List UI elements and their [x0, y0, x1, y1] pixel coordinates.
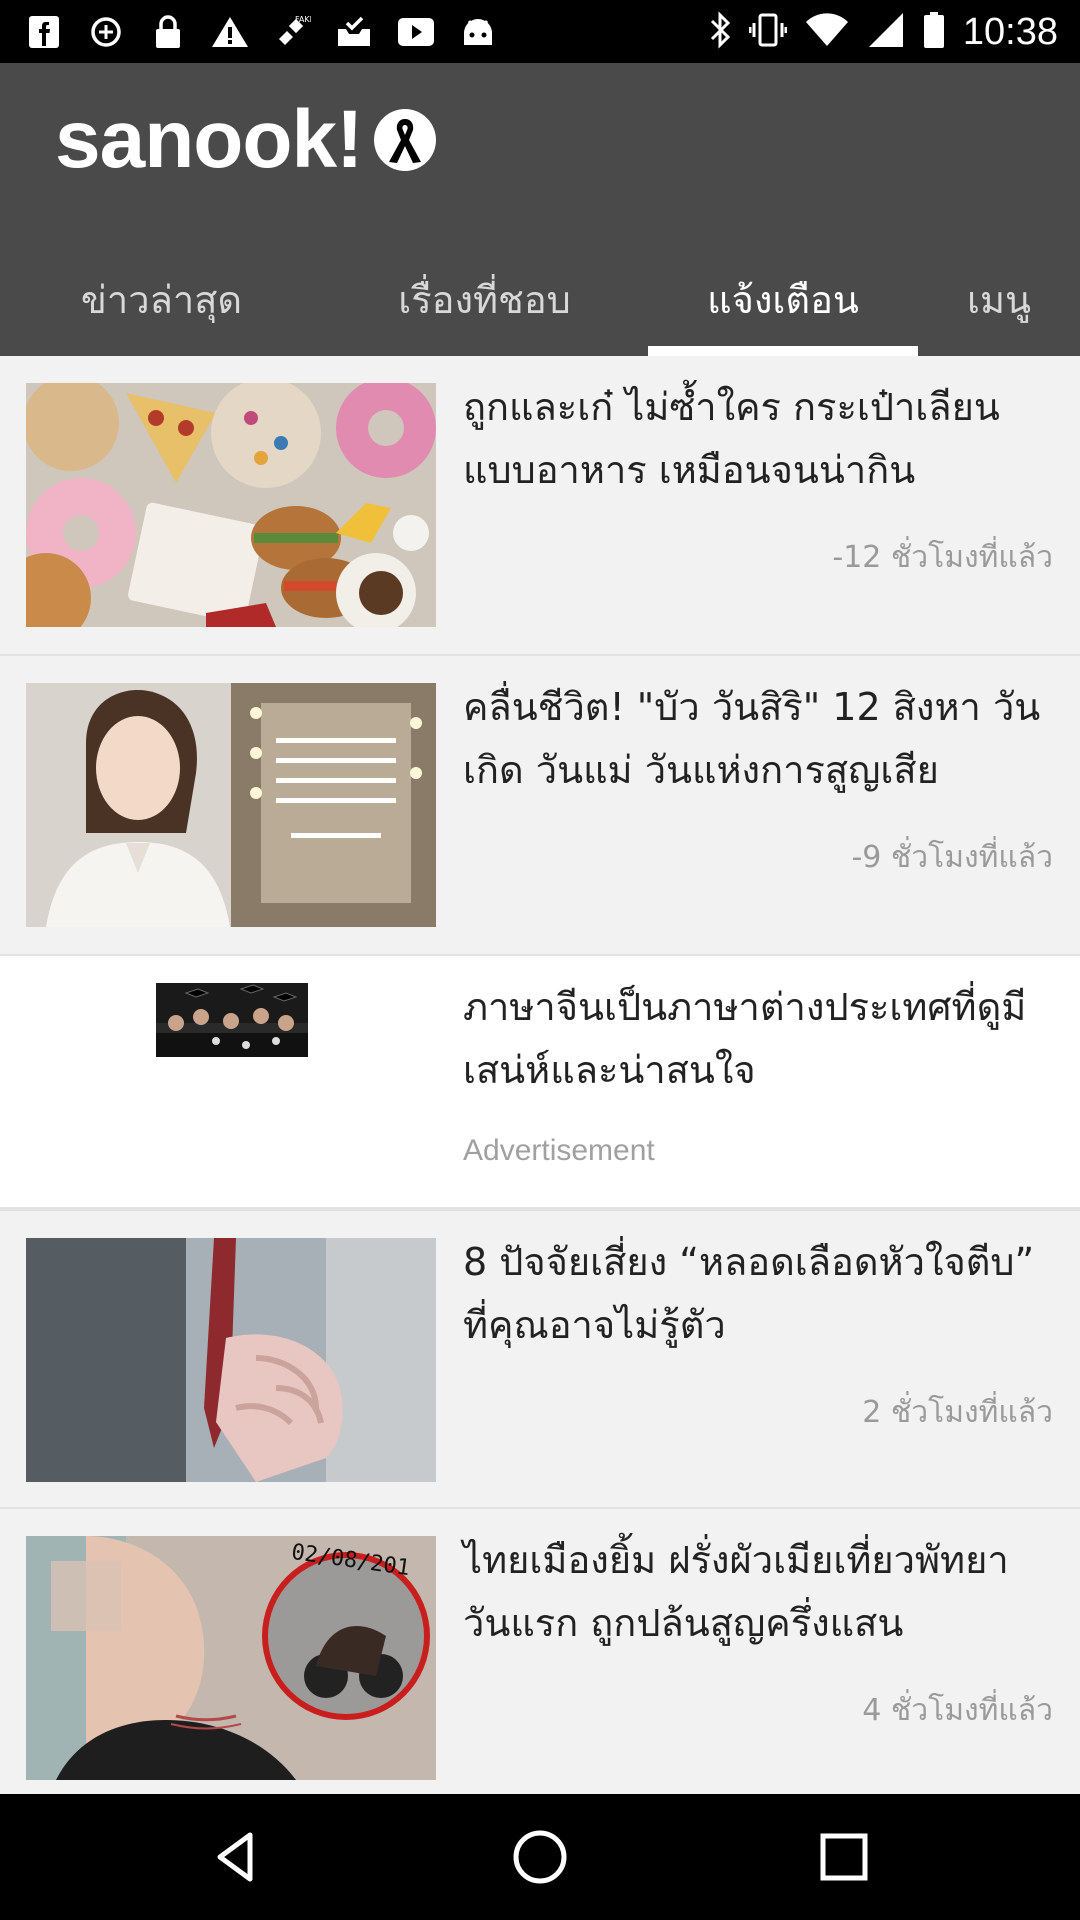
ad-card[interactable]: ภาษาจีนเป็นภาษาต่างประเทศที่ดูมีเสน่ห์แล…: [0, 956, 1080, 1209]
logo-text: sanook!: [55, 94, 363, 185]
tab-menu[interactable]: เมนู: [918, 243, 1080, 356]
news-feed[interactable]: ถูกและเก๋ ไม่ซ้ำใคร กระเป๋าเลียนแบบอาหาร…: [0, 356, 1080, 1794]
tab-favorites[interactable]: เรื่องที่ชอบ: [323, 243, 646, 356]
news-card[interactable]: คลื่นชีวิต! "บัว วันสิริ" 12 สิงหา วันเก…: [0, 656, 1080, 956]
signal-icon: [867, 11, 905, 53]
tab-latest-news[interactable]: ข่าวล่าสุด: [0, 243, 323, 356]
system-status-icons: 10:38: [709, 6, 1058, 58]
data-saver-icon: [86, 12, 126, 52]
facebook-icon: [24, 12, 64, 52]
news-card[interactable]: 8 ปัจจัยเสี่ยง “หลอดเลือดหัวใจตีบ” ที่คุ…: [0, 1209, 1080, 1509]
back-button[interactable]: [196, 1817, 276, 1897]
home-button[interactable]: [500, 1817, 580, 1897]
recents-button[interactable]: [804, 1817, 884, 1897]
youtube-icon: [396, 12, 436, 52]
notification-icons: FAKE: [24, 10, 498, 54]
home-icon: [513, 1830, 567, 1884]
system-navigation-bar: [0, 1794, 1080, 1920]
lock-icon: [148, 12, 188, 52]
active-tab-indicator: [648, 346, 918, 356]
black-ribbon-icon: [374, 109, 437, 171]
svg-text:FAKE: FAKE: [295, 15, 311, 24]
food-bags-thumbnail: [26, 383, 436, 627]
recents-icon: [820, 1833, 868, 1881]
vibrate-icon: [748, 11, 788, 53]
news-title[interactable]: ไทยเมืองยิ้ม ฝรั่งผัวเมียเที่ยวพัทยาวันแ…: [463, 1529, 1053, 1655]
bluetooth-icon: [709, 11, 731, 53]
inbox-check-icon: [334, 12, 374, 52]
news-card[interactable]: ถูกและเก๋ ไม่ซ้ำใคร กระเป๋าเลียนแบบอาหาร…: [0, 356, 1080, 656]
heart-health-thumbnail: [26, 1238, 436, 1482]
news-title[interactable]: 8 ปัจจัยเสี่ยง “หลอดเลือดหัวใจตีบ” ที่คุ…: [463, 1231, 1053, 1357]
news-timestamp: 2 ชั่วโมงที่แล้ว: [862, 1395, 1053, 1430]
news-card[interactable]: 02/08/201 ไทยเมืองยิ้ม ฝรั่งผัวเมียเที่ย…: [0, 1509, 1080, 1794]
graduation-thumbnail: [156, 983, 308, 1057]
status-bar: FAKE 10:38: [0, 0, 1080, 63]
battery-icon: [923, 11, 945, 53]
warning-icon: [210, 12, 250, 52]
ad-title[interactable]: ภาษาจีนเป็นภาษาต่างประเทศที่ดูมีเสน่ห์แล…: [463, 976, 1053, 1102]
news-timestamp: 4 ชั่วโมงที่แล้ว: [862, 1693, 1053, 1728]
tab-notifications[interactable]: แจ้งเตือน: [648, 243, 918, 356]
android-icon: [458, 12, 498, 52]
sanook-logo[interactable]: sanook!: [55, 93, 437, 187]
robbery-thumbnail: 02/08/201: [26, 1536, 436, 1780]
app-header: sanook! ข่าวล่าสุด เรื่องที่ชอบ แจ้งเตือ…: [0, 63, 1080, 356]
news-timestamp: -12 ชั่วโมงที่แล้ว: [832, 540, 1053, 575]
wifi-icon: [805, 12, 849, 52]
fake-gps-icon: FAKE: [272, 12, 312, 52]
news-title[interactable]: ถูกและเก๋ ไม่ซ้ำใคร กระเป๋าเลียนแบบอาหาร…: [463, 376, 1053, 502]
news-title[interactable]: คลื่นชีวิต! "บัว วันสิริ" 12 สิงหา วันเก…: [463, 676, 1053, 802]
back-icon: [217, 1832, 253, 1882]
clock: 10:38: [962, 10, 1058, 53]
actress-thumbnail: [26, 683, 436, 927]
tab-bar: ข่าวล่าสุด เรื่องที่ชอบ แจ้งเตือน เมนู: [0, 243, 1080, 356]
news-timestamp: -9 ชั่วโมงที่แล้ว: [851, 840, 1053, 875]
advertisement-label: Advertisement: [463, 1134, 655, 1167]
